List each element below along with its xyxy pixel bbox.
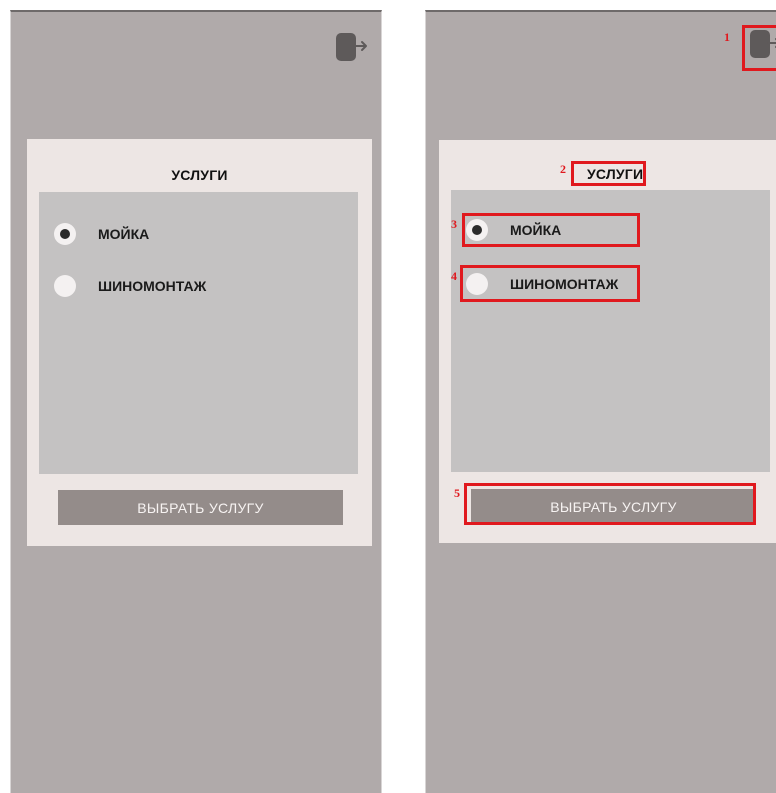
marker-5: 5	[454, 486, 460, 500]
marker-2: 2	[560, 162, 566, 176]
screen-right: УСЛУГИ МОЙКА ШИНОМОНТАЖ ВЫБРАТЬ УСЛУГУ 1…	[425, 10, 776, 793]
option-moika[interactable]: МОЙКА	[54, 222, 149, 246]
marker-3: 3	[451, 217, 457, 231]
highlight-option-2	[460, 265, 640, 302]
select-service-button[interactable]: ВЫБРАТЬ УСЛУГУ	[58, 490, 343, 525]
highlight-title	[571, 161, 646, 186]
services-title: УСЛУГИ	[171, 167, 228, 183]
logout-button[interactable]	[334, 31, 370, 65]
services-list: МОЙКА ШИНОМОНТАЖ	[39, 192, 358, 474]
radio-checked-icon[interactable]	[54, 223, 76, 245]
highlight-button	[464, 483, 756, 525]
marker-1: 1	[724, 30, 730, 44]
option-shinomontazh[interactable]: ШИНОМОНТАЖ	[54, 274, 206, 298]
option-label: ШИНОМОНТАЖ	[98, 278, 207, 294]
highlight-logout	[742, 25, 776, 71]
marker-4: 4	[451, 269, 457, 283]
radio-unchecked-icon[interactable]	[54, 275, 76, 297]
services-card: УСЛУГИ МОЙКА ШИНОМОНТАЖ ВЫБРАТЬ УСЛУГУ	[27, 139, 372, 546]
highlight-option-1	[462, 213, 640, 247]
screen-left: УСЛУГИ МОЙКА ШИНОМОНТАЖ ВЫБРАТЬ УСЛУГУ	[10, 10, 382, 793]
logout-icon	[336, 33, 367, 61]
option-label: МОЙКА	[98, 226, 150, 242]
